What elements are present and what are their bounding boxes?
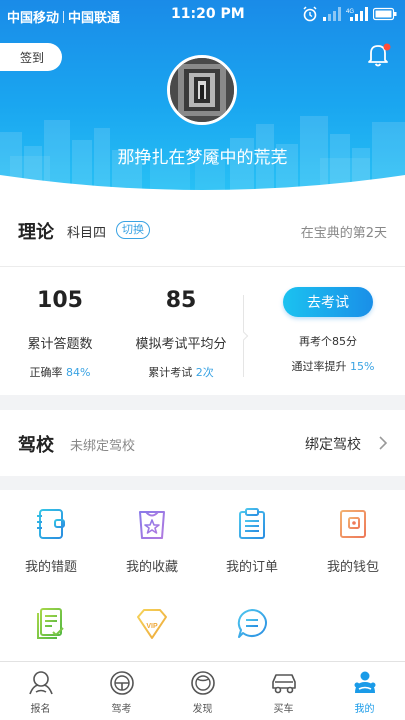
tab-discover[interactable]: 发现: [162, 662, 243, 720]
bell-icon: [368, 43, 391, 67]
pass-rate-label: 通过率提升: [291, 360, 347, 373]
tab-profile[interactable]: 我的: [324, 662, 405, 720]
carrier-1: 中国移动: [7, 11, 60, 26]
accuracy-label: 正确率: [29, 366, 63, 379]
star-bag-icon: [139, 511, 165, 539]
vip-diamond-icon: VIP: [137, 609, 167, 639]
grid-item-wrong-questions[interactable]: 我的错题: [1, 506, 101, 575]
discover-icon: [190, 671, 215, 695]
exam-count-value: 2次: [195, 366, 214, 379]
tab-signup[interactable]: 报名: [0, 662, 81, 720]
grid-item-label: 我的收藏: [125, 560, 178, 575]
signal-1-icon: [323, 7, 341, 21]
steering-wheel-icon: [109, 671, 134, 695]
car-icon: [271, 674, 296, 694]
status-time: 11:20 PM: [171, 6, 245, 22]
chevron-right-icon: [379, 436, 388, 450]
tab-driving-exam[interactable]: 驾考: [81, 662, 162, 720]
exam-count-label: 累计考试: [148, 366, 193, 379]
header-bottom-curve: [0, 175, 405, 190]
driving-school-status: 未绑定驾校: [70, 439, 136, 454]
bottom-tab-bar: 报名 驾考 发现 买车 我的: [0, 661, 405, 720]
order-list-icon: [239, 508, 265, 539]
exam-count-stat: 累计考试 2次: [121, 364, 241, 380]
tab-label: 发现: [192, 704, 213, 715]
tab-label: 买车: [273, 704, 294, 715]
tab-buy-car[interactable]: 买车: [243, 662, 324, 720]
svg-text:4G: 4G: [346, 9, 354, 15]
theory-title: 理论: [18, 222, 54, 243]
theory-card: 理论 科目四 切换 在宝典的第2天 105 累计答题数 正确率 84% 85 模…: [0, 190, 405, 395]
days-in-app: 在宝典的第2天: [300, 226, 387, 241]
notification-button[interactable]: [364, 41, 392, 69]
avg-score: 85: [165, 288, 197, 313]
accuracy-value: 84%: [66, 366, 91, 379]
status-bar: 中国移动 中国联通 11:20 PM 4G: [0, 0, 405, 30]
avg-score-label: 模拟考试平均分: [135, 337, 227, 352]
answered-label: 累计答题数: [27, 337, 93, 352]
carrier-info: 中国移动 中国联通: [7, 7, 120, 26]
driving-school-row[interactable]: 驾校 未绑定驾校 绑定驾校: [0, 410, 405, 476]
grid-item-orders[interactable]: 我的订单: [202, 506, 302, 575]
take-exam-button[interactable]: 去考试: [283, 287, 373, 317]
answered-count: 105: [37, 288, 83, 313]
pass-rate-stat: 通过率提升 15%: [278, 358, 388, 374]
user-nickname[interactable]: 那挣扎在梦魇中的荒芜: [0, 143, 405, 168]
grid-item-label: 我的错题: [24, 560, 77, 575]
avatar[interactable]: [167, 55, 237, 125]
status-icons: 4G: [302, 6, 397, 22]
divider: [0, 266, 405, 267]
profile-page: 中国移动 中国联通 11:20 PM 4G 签到 那挣扎在梦魇中的荒芜 理论 科…: [0, 0, 405, 720]
grid-item-vip[interactable]: VIP: [102, 606, 202, 642]
tab-label: 报名: [30, 704, 51, 715]
grid-item-label: 我的订单: [225, 560, 278, 575]
switch-subject-button[interactable]: 切换: [116, 221, 150, 239]
checklist-icon: [37, 608, 64, 639]
signup-icon: [28, 671, 53, 695]
profile-icon: [354, 671, 375, 693]
exam-hint: 再考个85分: [299, 335, 357, 348]
signal-2-icon: 4G: [346, 7, 368, 21]
grid-item-checklist[interactable]: [1, 606, 101, 642]
svg-text:VIP: VIP: [146, 623, 158, 630]
tab-label: 驾考: [111, 704, 132, 715]
grid-item-favorites[interactable]: 我的收藏: [102, 506, 202, 575]
notebook-icon: [37, 509, 65, 539]
pass-rate-value: 15%: [350, 360, 375, 373]
wallet-icon: [340, 510, 366, 538]
chat-bubble-icon: [237, 609, 267, 638]
driving-school-title: 驾校: [18, 435, 54, 456]
grid-item-label: 我的钱包: [326, 560, 379, 575]
grid-item-wallet[interactable]: 我的钱包: [303, 506, 403, 575]
alarm-icon: [303, 6, 317, 22]
feature-grid: 我的错题 我的收藏 我的订单 我的钱包 VIP: [0, 490, 405, 662]
avatar-image: [170, 58, 234, 122]
carrier-2: 中国联通: [68, 11, 121, 26]
grid-item-message[interactable]: [202, 606, 302, 642]
accuracy-stat: 正确率 84%: [0, 364, 120, 380]
signin-button[interactable]: 签到: [0, 43, 62, 71]
profile-header: 中国移动 中国联通 11:20 PM 4G 签到 那挣扎在梦魇中的荒芜: [0, 0, 405, 190]
stats-divider-notch: [239, 331, 249, 341]
battery-icon: [373, 7, 397, 21]
tab-label: 我的: [354, 704, 375, 715]
subject-label: 科目四: [67, 226, 107, 241]
bind-driving-school-link[interactable]: 绑定驾校: [305, 434, 361, 454]
